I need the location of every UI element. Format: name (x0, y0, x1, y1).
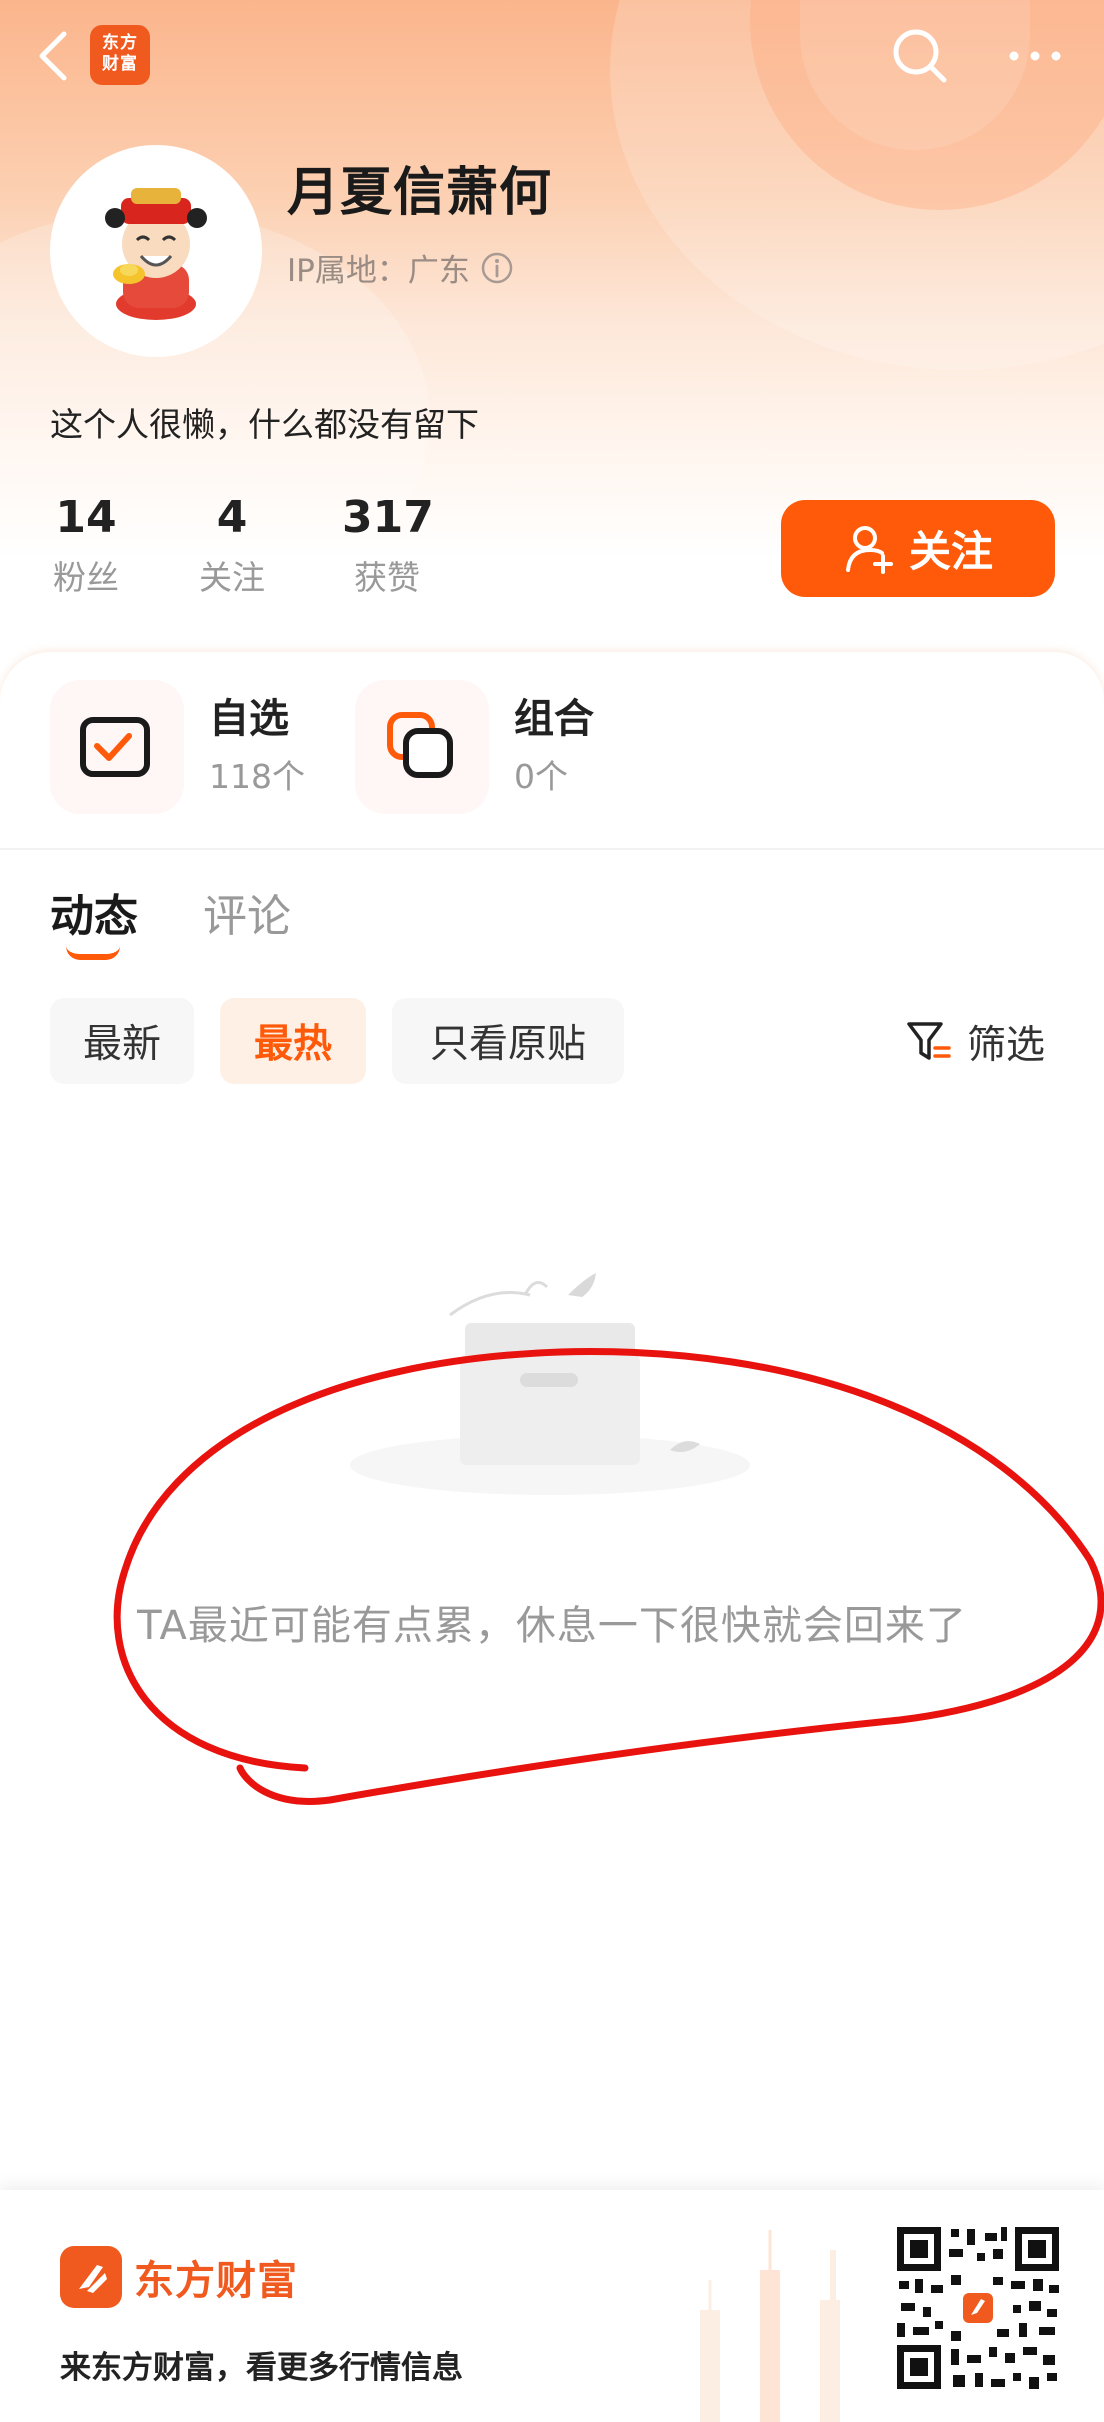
stat-following[interactable]: 4 关注 (196, 492, 268, 599)
footer-banner[interactable]: 东方财富 来东方财富，看更多行情信息 (0, 2190, 1104, 2422)
search-button[interactable] (886, 22, 954, 90)
filter-chip-latest[interactable]: 最新 (50, 998, 194, 1084)
overlap-squares-icon (387, 712, 453, 778)
app-logo-text: 东方 (102, 33, 138, 53)
bio: 这个人很懒，什么都没有留下 (50, 405, 479, 444)
tab-posts[interactable]: 动态 (50, 880, 138, 944)
filter-chip-original-only[interactable]: 只看原贴 (392, 998, 624, 1084)
avatar[interactable] (50, 145, 262, 357)
follow-button[interactable]: 关注 (781, 500, 1055, 597)
portfolio-tile[interactable] (355, 680, 489, 814)
qr-code-icon[interactable] (893, 2223, 1063, 2393)
watchlist-tile[interactable] (50, 680, 184, 814)
stat-value: 317 (342, 492, 434, 543)
brand-logo-icon (60, 2246, 122, 2308)
back-icon (39, 31, 67, 81)
empty-state-message: TA最近可能有点累，休息一下很快就会回来了 (137, 1603, 967, 1649)
stat-value: 4 (216, 492, 248, 543)
app-logo: 东方 财富 (90, 25, 150, 85)
add-user-icon (845, 525, 893, 574)
stat-label: 粉丝 (53, 558, 119, 597)
ip-location: IP属地：广东 (287, 245, 514, 290)
more-button[interactable] (1000, 22, 1070, 90)
checkbox-icon (80, 717, 150, 777)
app-logo-text: 财富 (102, 54, 138, 74)
tile-title[interactable]: 自选 (209, 686, 289, 744)
info-icon[interactable] (480, 251, 514, 285)
divider (0, 848, 1104, 850)
empty-box-illustration (350, 1273, 750, 1495)
footer-slogan: 来东方财富，看更多行情信息 (60, 2350, 463, 2386)
follow-button-label: 关注 (908, 527, 993, 576)
stat-label: 获赞 (354, 558, 420, 597)
footer-brand-name: 东方财富 (134, 2258, 298, 2304)
tile-title[interactable]: 组合 (514, 686, 594, 744)
stat-likes[interactable]: 317 获赞 (342, 492, 434, 599)
tile-subtitle: 118个 (209, 757, 305, 796)
search-icon (893, 29, 947, 83)
top-bar: 东方 财富 (0, 0, 1104, 112)
footer-brand: 东方财富 (60, 2246, 298, 2308)
filter-chip-hottest[interactable]: 最热 (220, 998, 366, 1084)
ip-location-text: IP属地：广东 (287, 253, 470, 289)
active-tab-indicator (66, 946, 120, 960)
username: 月夏信萧何 (287, 163, 553, 223)
stat-value: 14 (55, 492, 117, 543)
more-icon (1009, 51, 1061, 61)
back-button[interactable] (30, 22, 80, 90)
filter-button[interactable]: 筛选 (905, 1010, 1045, 1074)
tile-subtitle: 0个 (514, 757, 568, 796)
filter-icon (907, 1022, 951, 1060)
fortune-god-avatar-icon (105, 188, 207, 320)
stat-fans[interactable]: 14 粉丝 (50, 492, 122, 599)
stat-label: 关注 (199, 558, 265, 597)
filter-label: 筛选 (967, 1023, 1046, 1068)
tab-comments[interactable]: 评论 (203, 880, 291, 944)
